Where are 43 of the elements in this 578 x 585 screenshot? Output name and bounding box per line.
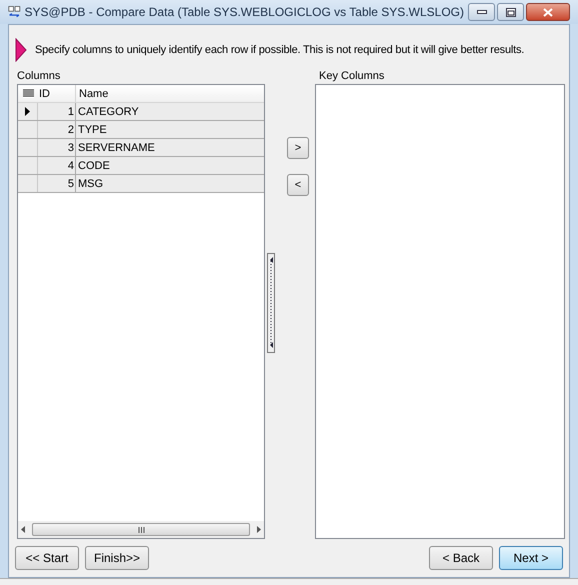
table-cell-text: MSG — [77, 177, 104, 192]
wizard-button[interactable]: Finish>> — [85, 546, 149, 570]
minimize-icon — [476, 10, 486, 14]
scroll-left-icon — [21, 526, 25, 533]
wizard-button[interactable]: << Start — [15, 546, 79, 570]
wizard-button[interactable]: Next > — [499, 546, 563, 570]
minimize-button[interactable] — [468, 3, 495, 21]
triangle-icon — [15, 38, 27, 62]
table-cell: 3 — [38, 139, 76, 156]
table-cell-text: CODE — [77, 159, 111, 174]
columns-label: Columns — [17, 69, 62, 83]
table-row[interactable]: 1 CATEGORY — [18, 103, 264, 121]
wizard-button[interactable]: < Back — [429, 546, 493, 570]
table-cell-text: CATEGORY — [77, 105, 140, 120]
table-cell: 4 — [38, 157, 76, 174]
close-button[interactable] — [526, 3, 570, 21]
current-row-icon — [25, 107, 30, 116]
instruction-text: Specify columns to uniquely identify each row if possible. This is not required but it will give better results. — [35, 42, 524, 58]
table-row[interactable]: 4 CODE — [18, 157, 264, 175]
table-cell-text: TYPE — [77, 123, 108, 138]
table-cell: 2 — [38, 121, 76, 138]
table-compare-icon — [8, 4, 21, 20]
list-icon — [22, 89, 34, 98]
grip-icon — [138, 526, 144, 532]
table-row[interactable]: 3 SERVERNAME — [18, 139, 264, 157]
scrollbar-thumb[interactable] — [32, 523, 250, 536]
key-columns-label: Key Columns — [318, 69, 386, 83]
move-button[interactable]: > — [287, 137, 309, 159]
move-button[interactable]: < — [287, 174, 309, 196]
close-icon — [543, 8, 553, 16]
table-row[interactable]: 2 TYPE — [18, 121, 264, 139]
maximize-icon — [506, 8, 516, 16]
splitter-handle-icon — [267, 253, 275, 353]
table-cell: 1 — [38, 103, 76, 120]
window-title: SYS@PDB - Compare Data (Table SYS.WEBLOGICLOG vs Table SYS.WLSLOG) — [24, 4, 464, 21]
column-header[interactable]: ID — [38, 85, 76, 102]
maximize-button[interactable] — [497, 3, 524, 21]
table-cell-text: SERVERNAME — [77, 141, 156, 156]
table-row[interactable]: 5 MSG — [18, 175, 264, 193]
table-cell: 5 — [38, 175, 76, 192]
column-header[interactable]: Name — [76, 85, 264, 102]
scroll-right-icon — [257, 526, 261, 533]
horizontal-scrollbar[interactable] — [18, 521, 264, 538]
